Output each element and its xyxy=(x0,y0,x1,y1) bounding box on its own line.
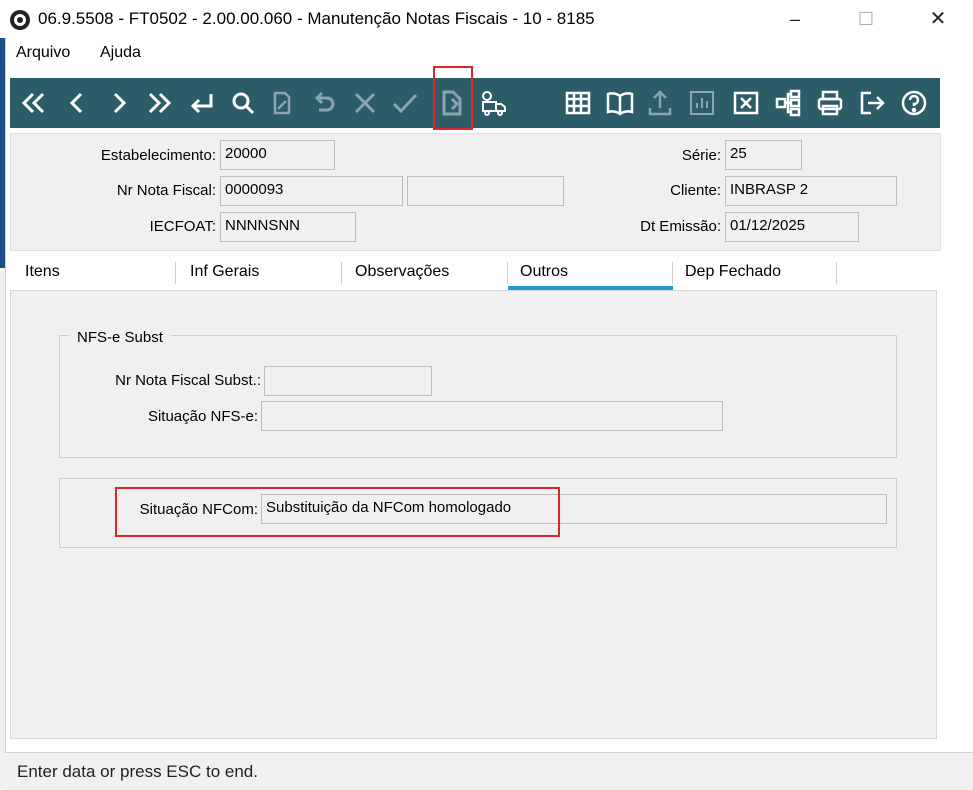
close-button[interactable]: ✕ xyxy=(915,0,961,38)
tab-inf-gerais[interactable]: Inf Gerais xyxy=(176,258,341,292)
undo-icon[interactable] xyxy=(307,86,341,120)
nr-nota-fiscal-extra-field[interactable] xyxy=(407,176,564,206)
tab-inf-gerais-label: Inf Gerais xyxy=(190,263,260,280)
maximize-button[interactable]: ☐ xyxy=(843,0,889,38)
menu-arquivo[interactable]: Arquivo xyxy=(16,44,70,62)
serie-field[interactable]: 25 xyxy=(725,140,802,170)
iecfoat-label: IECFOAT: xyxy=(149,218,216,235)
table-icon[interactable] xyxy=(561,86,595,120)
nfse-subst-group-title: NFS-e Subst xyxy=(69,329,171,346)
minimize-button[interactable]: – xyxy=(772,0,818,38)
situacao-nfse-label: Situação NFS-e: xyxy=(147,408,258,425)
tab-separator xyxy=(836,262,837,284)
first-record-icon[interactable] xyxy=(16,86,50,120)
highlight-box xyxy=(433,66,473,130)
tab-dep-fechado[interactable]: Dep Fechado xyxy=(673,258,838,292)
estabelecimento-label: Estabelecimento: xyxy=(100,147,216,164)
menu-bar: Arquivo Ajuda xyxy=(5,40,973,68)
serie-label: Série: xyxy=(681,147,721,164)
nr-nota-subst-label: Nr Nota Fiscal Subst.: xyxy=(115,372,261,389)
tab-observacoes[interactable]: Observações xyxy=(342,258,507,292)
cliente-field[interactable]: INBRASP 2 xyxy=(725,176,897,206)
tab-itens[interactable]: Itens xyxy=(10,258,175,292)
tree-icon[interactable] xyxy=(771,86,805,120)
nr-nota-fiscal-label: Nr Nota Fiscal: xyxy=(116,182,216,199)
menu-ajuda[interactable]: Ajuda xyxy=(100,44,141,62)
nr-nota-subst-field[interactable] xyxy=(264,366,432,396)
status-text: Enter data or press ESC to end. xyxy=(17,762,258,781)
upload-icon[interactable] xyxy=(643,86,677,120)
tab-bar: Itens Inf Gerais Observações Outros Dep … xyxy=(10,258,938,294)
search-icon[interactable] xyxy=(226,86,260,120)
tab-dep-fechado-label: Dep Fechado xyxy=(685,263,782,280)
tab-outros-label: Outros xyxy=(520,263,569,280)
desktop-background xyxy=(0,38,6,789)
book-icon[interactable] xyxy=(603,86,637,120)
exit-icon[interactable] xyxy=(855,86,889,120)
app-logo-icon xyxy=(10,10,30,30)
cancel-icon[interactable] xyxy=(348,86,382,120)
tab-observacoes-label: Observações xyxy=(355,263,450,280)
help-icon[interactable] xyxy=(897,86,931,120)
nfse-subst-group xyxy=(59,335,897,458)
toolbar xyxy=(10,66,940,130)
header-panel: Estabelecimento: 20000 Nr Nota Fiscal: 0… xyxy=(10,133,941,251)
chart-icon[interactable] xyxy=(685,86,719,120)
dt-emissao-field[interactable]: 01/12/2025 xyxy=(725,212,859,242)
confirm-icon[interactable] xyxy=(388,86,422,120)
goto-icon[interactable] xyxy=(185,86,219,120)
window-title: 06.9.5508 - FT0502 - 2.00.00.060 - Manut… xyxy=(38,9,595,28)
print-icon[interactable] xyxy=(813,86,847,120)
iecfoat-field[interactable]: NNNNSNN xyxy=(220,212,356,242)
next-record-icon[interactable] xyxy=(102,86,136,120)
cliente-label: Cliente: xyxy=(670,182,721,199)
delivery-truck-icon[interactable] xyxy=(477,86,511,120)
tab-content-outros: NFS-e Subst Nr Nota Fiscal Subst.: Situa… xyxy=(10,290,937,739)
delete-icon[interactable] xyxy=(729,86,763,120)
edit-icon[interactable] xyxy=(265,86,299,120)
highlight-box xyxy=(115,487,560,537)
title-bar: 06.9.5508 - FT0502 - 2.00.00.060 - Manut… xyxy=(0,0,973,38)
situacao-nfse-field[interactable] xyxy=(261,401,723,431)
status-bar: Enter data or press ESC to end. xyxy=(5,752,973,790)
estabelecimento-field[interactable]: 20000 xyxy=(220,140,335,170)
dt-emissao-label: Dt Emissão: xyxy=(640,218,721,235)
nr-nota-fiscal-field[interactable]: 0000093 xyxy=(220,176,403,206)
previous-record-icon[interactable] xyxy=(60,86,94,120)
tab-itens-label: Itens xyxy=(25,263,60,280)
last-record-icon[interactable] xyxy=(143,86,177,120)
